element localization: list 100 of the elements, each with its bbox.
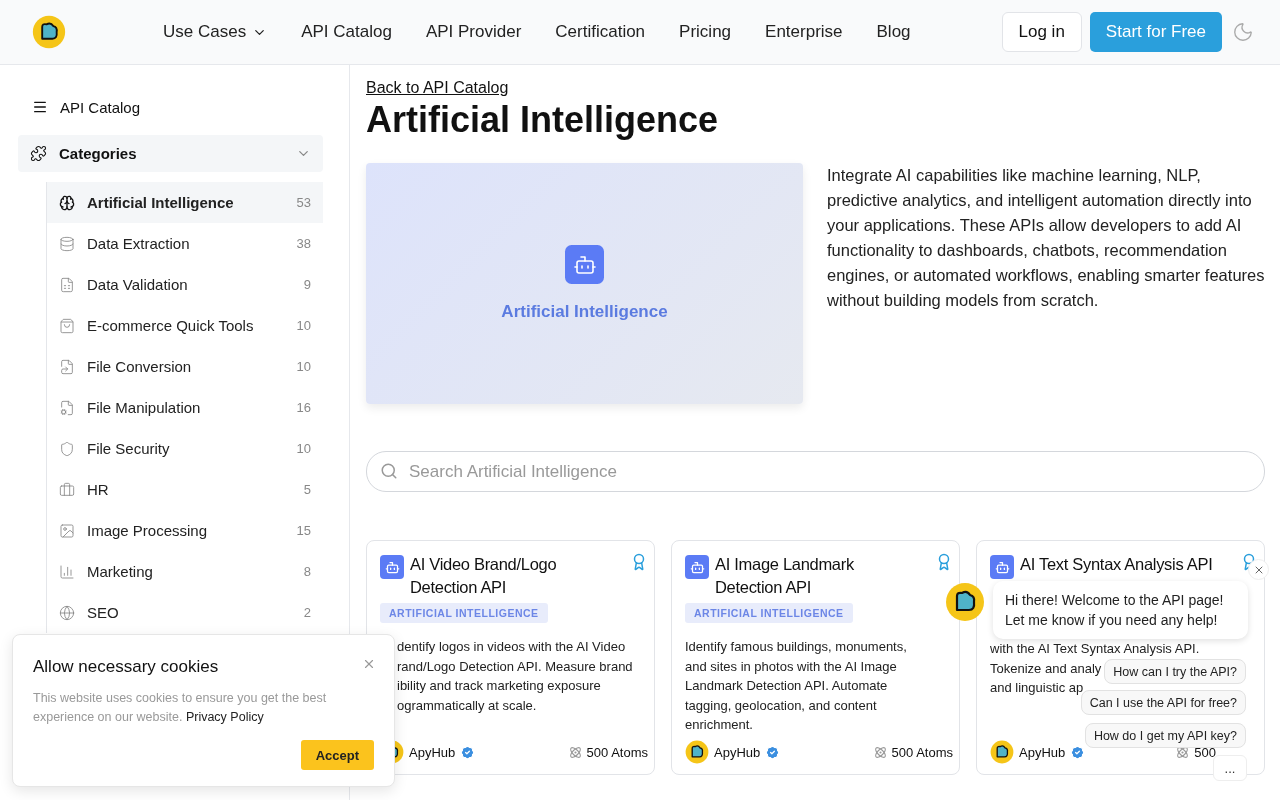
nav-link[interactable]: API Provider bbox=[408, 22, 539, 42]
category-label: File Security bbox=[87, 440, 170, 457]
file-icon bbox=[59, 358, 75, 375]
accept-button[interactable]: Accept bbox=[300, 740, 374, 770]
api-title: AI Image Landmark Detection API bbox=[715, 554, 855, 598]
category-item[interactable]: File Manipulation 16 bbox=[47, 387, 323, 428]
provider-logo-icon bbox=[685, 740, 709, 764]
categories-toggle[interactable]: Categories bbox=[18, 135, 323, 172]
category-label: Data Extraction bbox=[87, 235, 190, 252]
description-line: enrichment. bbox=[685, 716, 753, 734]
robot-icon bbox=[990, 555, 1014, 579]
description-line: ogrammatically at scale. bbox=[397, 696, 537, 715]
category-item[interactable]: Data Extraction 38 bbox=[47, 223, 323, 264]
category-count: 53 bbox=[296, 195, 311, 210]
description-line: tagging, geolocation, and content bbox=[685, 696, 877, 715]
bar-chart-icon bbox=[59, 563, 75, 580]
category-item[interactable]: Artificial Intelligence 53 bbox=[47, 182, 323, 223]
category-count: 10 bbox=[296, 359, 311, 374]
category-item[interactable]: SEO 2 bbox=[47, 592, 323, 633]
menu-icon[interactable] bbox=[32, 99, 48, 115]
chat-message: Hi there! Welcome to the API page! Let me know if you need any help! bbox=[993, 581, 1248, 639]
atom-icon bbox=[568, 745, 582, 759]
description-line: and sites in photos with the AI Image bbox=[685, 657, 897, 676]
description-line: Landmark Detection API. Automate bbox=[685, 677, 888, 695]
cookie-title: Allow necessary cookies bbox=[33, 657, 219, 677]
category-count: 38 bbox=[296, 236, 311, 251]
category-label: Artificial Intelligence bbox=[87, 194, 234, 211]
robot-icon bbox=[685, 555, 709, 579]
api-price: 500 Atoms bbox=[891, 744, 953, 760]
logo-icon bbox=[32, 15, 66, 49]
description-line: rand/Logo Detection API. Measure brand bbox=[397, 657, 633, 676]
robot-icon bbox=[380, 555, 404, 579]
category-label: Data Validation bbox=[87, 276, 188, 293]
search-icon bbox=[380, 462, 398, 480]
category-item[interactable]: File Security 10 bbox=[47, 428, 323, 469]
description-line: Identify famous buildings, monuments, bbox=[685, 638, 907, 656]
login-button[interactable]: Log in bbox=[1001, 12, 1082, 52]
brain-icon bbox=[59, 194, 75, 211]
briefcase-icon bbox=[59, 481, 75, 498]
category-label: HR bbox=[87, 481, 109, 498]
robot-icon bbox=[565, 245, 604, 284]
category-item[interactable]: Image Processing 15 bbox=[47, 510, 323, 551]
puzzle-icon bbox=[30, 145, 47, 162]
description-line: ibility and track marketing exposure bbox=[397, 677, 601, 695]
verified-icon bbox=[1070, 744, 1086, 760]
api-price: 500 Atoms bbox=[586, 744, 648, 760]
sidebar-title: API Catalog bbox=[60, 98, 141, 116]
description-line: dentify logos in videos with the AI Video bbox=[397, 638, 626, 656]
category-count: 9 bbox=[303, 277, 311, 292]
atom-icon bbox=[1176, 745, 1190, 759]
category-item[interactable]: E-commerce Quick Tools 10 bbox=[47, 305, 323, 346]
provider-name: ApyHub bbox=[1019, 744, 1066, 760]
api-card[interactable] bbox=[671, 540, 960, 775]
back-link[interactable]: Back to API Catalog bbox=[366, 79, 509, 96]
cookie-text: This website uses cookies to ensure you get the best experience on our website. Privacy Policy bbox=[33, 690, 328, 726]
file-icon bbox=[59, 276, 75, 293]
category-item[interactable]: Marketing 8 bbox=[47, 551, 323, 592]
banner-label: Artificial Intelligence bbox=[501, 302, 668, 322]
shield-icon bbox=[59, 440, 75, 457]
category-item[interactable]: File Conversion 10 bbox=[47, 346, 323, 387]
category-count: 15 bbox=[296, 523, 311, 538]
nav-link[interactable]: Blog bbox=[859, 22, 928, 42]
category-label: E-commerce Quick Tools bbox=[87, 317, 254, 334]
category-description: Integrate AI capabilities like machine learning, NLP, predictive analytics, and intelligent automation directly into your applications. These APIs allow developers to add AI functionality to dashboards, chatbots, recommendation engines, or automated workflows, enabling smarter features without building models from scratch. bbox=[827, 165, 1265, 311]
category-count: 10 bbox=[296, 318, 311, 333]
globe-icon bbox=[59, 604, 75, 621]
suggestion-chip[interactable]: How can I try the API? bbox=[1104, 659, 1246, 684]
category-count: 16 bbox=[296, 400, 311, 415]
description-line: with the AI Text Syntax Analysis API. bbox=[990, 640, 1200, 658]
file-icon bbox=[59, 399, 75, 416]
bag-icon bbox=[59, 317, 75, 334]
suggestion-chip[interactable]: How do I get my API key? bbox=[1084, 723, 1246, 748]
privacy-link[interactable]: Privacy Policy bbox=[185, 710, 264, 724]
page-title: Artificial Intelligence bbox=[366, 99, 720, 141]
category-tag: ARTIFICIAL INTELLIGENCE bbox=[380, 603, 548, 623]
image-icon bbox=[59, 522, 75, 539]
category-count: 2 bbox=[303, 605, 311, 620]
provider-name: ApyHub bbox=[714, 744, 761, 760]
category-tag: ARTIFICIAL INTELLIGENCE bbox=[685, 603, 853, 623]
category-item[interactable]: Data Validation 9 bbox=[47, 264, 323, 305]
description-line: Tokenize and analy bbox=[990, 659, 1102, 678]
nav-link[interactable]: Enterprise bbox=[748, 22, 860, 42]
nav-link[interactable]: Use Cases bbox=[146, 22, 285, 42]
nav-link[interactable]: API Catalog bbox=[284, 22, 409, 42]
chat-avatar-icon bbox=[945, 582, 985, 622]
category-count: 10 bbox=[296, 441, 311, 456]
category-label: File Manipulation bbox=[87, 399, 201, 416]
close-icon[interactable] bbox=[1248, 559, 1269, 580]
search-field[interactable]: Search Artificial Intelligence bbox=[366, 451, 1265, 492]
category-label: SEO bbox=[87, 604, 119, 621]
provider-logo-icon bbox=[990, 740, 1014, 764]
nav-link[interactable]: Pricing bbox=[662, 22, 749, 42]
provider-name: ApyHub bbox=[409, 744, 456, 760]
category-item[interactable]: HR 5 bbox=[47, 469, 323, 510]
close-icon[interactable] bbox=[362, 657, 376, 671]
category-count: 5 bbox=[303, 482, 311, 497]
nav-link[interactable]: Certification bbox=[538, 22, 663, 42]
verified-icon bbox=[765, 744, 781, 760]
category-count: 8 bbox=[303, 564, 311, 579]
category-label: File Conversion bbox=[87, 358, 192, 375]
